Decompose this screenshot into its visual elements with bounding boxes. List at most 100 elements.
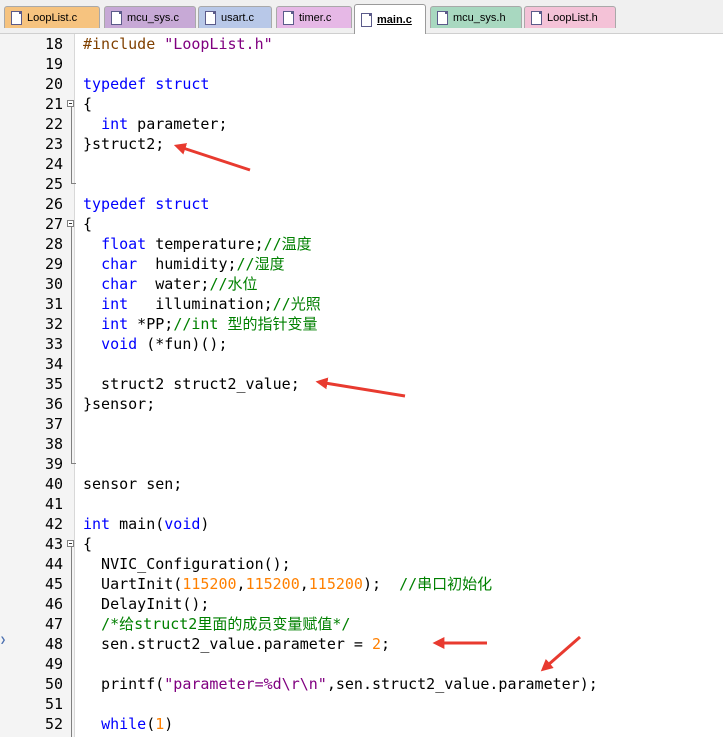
code-token: #include — [83, 35, 165, 53]
tab-main-c[interactable]: main.c — [354, 4, 426, 34]
line-number: 30 — [44, 275, 63, 293]
code-line: 36}sensor; — [0, 394, 723, 414]
code-line: 32 int *PP;//int 型的指针变量 — [0, 314, 723, 334]
fold-end-mark — [71, 463, 76, 464]
file-icon — [283, 10, 294, 25]
code-token: ,sen.struct2_value.parameter); — [326, 675, 598, 693]
code-token: humidity; — [137, 255, 237, 273]
code-token: (*fun)(); — [137, 335, 228, 353]
line-number: 43 — [44, 535, 63, 553]
code-line: 28 float temperature;//温度 — [0, 234, 723, 254]
line-number: 27 — [44, 215, 63, 233]
fold-line — [71, 547, 72, 737]
code-token: NVIC_Configuration(); — [83, 555, 291, 573]
code-token: //水位 — [209, 275, 258, 293]
line-number: 28 — [44, 235, 63, 253]
line-number: 19 — [44, 55, 63, 73]
line-number: 31 — [44, 295, 63, 313]
code-line: 20 typedef struct — [0, 74, 723, 94]
line-number: 39 — [44, 455, 63, 473]
code-token: { — [83, 535, 93, 553]
fold-toggle-icon[interactable] — [67, 220, 74, 227]
tab-looplist-h[interactable]: LoopList.h — [524, 6, 616, 28]
code-token: temperature; — [146, 235, 264, 253]
code-line: 44 NVIC_Configuration(); — [0, 554, 723, 574]
line-number: 38 — [44, 435, 63, 453]
tab-label: main.c — [377, 13, 412, 26]
code-line: 42 int main(void) — [0, 514, 723, 534]
code-text: DelayInit(); — [83, 594, 209, 614]
line-number: 34 — [44, 355, 63, 373]
code-line: 25 — [0, 174, 723, 194]
code-token: //串口初始化 — [399, 575, 493, 593]
tab-mcu_sys-h[interactable]: mcu_sys.h — [430, 6, 522, 28]
line-number: 37 — [44, 415, 63, 433]
code-token: ) — [200, 515, 210, 533]
code-text: /*给struct2里面的成员变量赋值*/ — [83, 614, 350, 634]
code-token: ; — [381, 635, 391, 653]
line-number: 23 — [44, 135, 63, 153]
tab-usart-c[interactable]: usart.c — [198, 6, 272, 28]
code-line: 23 }struct2; — [0, 134, 723, 154]
code-line: 30 char water;//水位 — [0, 274, 723, 294]
code-token: ( — [146, 715, 156, 733]
file-icon — [111, 10, 122, 25]
line-number: 52 — [44, 715, 63, 733]
line-number: 45 — [44, 575, 63, 593]
file-icon — [531, 10, 542, 25]
code-token: int — [83, 515, 111, 533]
tab-label: mcu_sys.c — [127, 11, 179, 24]
tab-label: usart.c — [221, 11, 255, 24]
file-icon — [361, 12, 372, 27]
code-line: 24 — [0, 154, 723, 174]
line-number: 41 — [44, 495, 63, 513]
code-line: 38 — [0, 434, 723, 454]
tab-label: LoopList.h — [547, 11, 598, 24]
code-text: int parameter; — [83, 114, 227, 134]
code-text: typedef struct — [83, 194, 209, 214]
code-line: 33 void (*fun)(); — [0, 334, 723, 354]
code-text: char water;//水位 — [83, 274, 258, 294]
code-text: int main(void) — [83, 514, 209, 534]
code-token: //湿度 — [236, 255, 285, 273]
code-token: while — [101, 715, 147, 733]
line-number: 40 — [44, 475, 63, 493]
code-token: water; — [137, 275, 210, 293]
fold-toggle-icon[interactable] — [67, 100, 74, 107]
fold-line — [71, 107, 72, 183]
line-number: 35 — [44, 375, 63, 393]
tab-mcu_sys-c[interactable]: mcu_sys.c — [104, 6, 196, 28]
code-token: 115200 — [182, 575, 237, 593]
line-number: 44 — [44, 555, 63, 573]
code-token: /*给struct2里面的成员变量赋值*/ — [101, 615, 351, 633]
code-token: int — [101, 295, 129, 313]
line-number: 46 — [44, 595, 63, 613]
code-text: printf("parameter=%d\r\n",sen.struct2_va… — [83, 674, 598, 694]
code-line: 26 typedef struct — [0, 194, 723, 214]
line-number: 48 — [44, 635, 63, 653]
code-line: 41 — [0, 494, 723, 514]
code-token: char — [101, 275, 138, 293]
code-token: 115200 — [308, 575, 363, 593]
fold-toggle-icon[interactable] — [67, 540, 74, 547]
code-text: }struct2; — [83, 134, 164, 154]
code-text: { — [83, 94, 92, 114]
line-number: 49 — [44, 655, 63, 673]
code-line: 52 while(1) — [0, 714, 723, 734]
code-text: NVIC_Configuration(); — [83, 554, 291, 574]
code-token: sen.struct2_value.parameter = — [83, 635, 372, 653]
code-token: typedef struct — [83, 75, 210, 93]
code-line: 50 printf("parameter=%d\r\n",sen.struct2… — [0, 674, 723, 694]
code-line: 31 int illumination;//光照 — [0, 294, 723, 314]
line-number: 25 — [44, 175, 63, 193]
code-token: , — [299, 575, 309, 593]
code-token: //光照 — [272, 295, 321, 313]
code-token: int — [101, 315, 129, 333]
tab-timer-c[interactable]: timer.c — [276, 6, 352, 28]
tab-looplist-c[interactable]: LoopList.c — [4, 6, 100, 28]
line-number: 33 — [44, 335, 63, 353]
line-number: 42 — [44, 515, 63, 533]
